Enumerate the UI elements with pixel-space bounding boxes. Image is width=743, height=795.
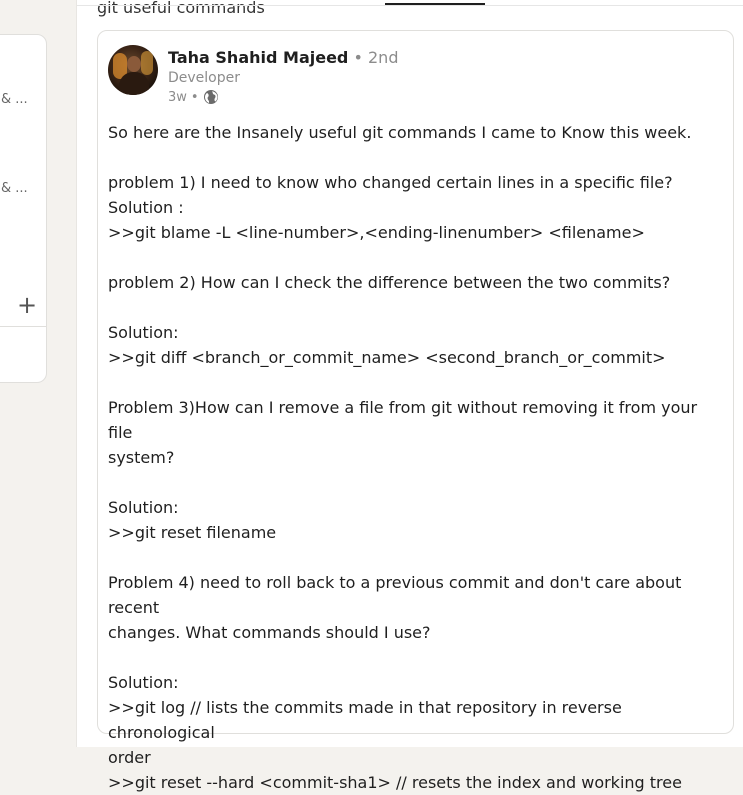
top-divider [77, 5, 743, 6]
post-line: >>git blame -L <line-number>,<ending-lin… [108, 223, 645, 242]
left-item-truncated-2[interactable]: & ... [1, 181, 28, 196]
post-line: >>git log // lists the commits made in t… [108, 698, 622, 742]
post-card: Taha Shahid Majeed • 2nd Developer 3w • … [97, 30, 734, 792]
post-line: order [108, 748, 151, 767]
post-line [108, 470, 725, 495]
post-line [108, 295, 725, 320]
avatar[interactable] [108, 45, 158, 95]
degree-separator: • [353, 48, 363, 67]
post-line: Solution: [108, 323, 179, 342]
main-feed: git useful commands Taha Shahid Majeed •… [76, 0, 743, 792]
globe-icon [203, 90, 218, 104]
post-line [108, 545, 725, 570]
post-line: problem 1) I need to know who changed ce… [108, 173, 673, 192]
feed-top-title: git useful commands [97, 0, 265, 17]
visibility-separator: • [190, 89, 199, 105]
author-name[interactable]: Taha Shahid Majeed [168, 48, 348, 67]
left-item-truncated-1[interactable]: & ... [1, 92, 28, 107]
post-line: Problem 4) need to roll back to a previo… [108, 573, 682, 617]
post-line: >>git reset filename [108, 523, 277, 542]
post-line: system? [108, 448, 175, 467]
post-line [108, 370, 725, 395]
post-time[interactable]: 3w [168, 90, 187, 105]
post-line: Solution: [108, 498, 179, 517]
post-line: So here are the Insanely useful git comm… [108, 123, 692, 142]
author-line: Taha Shahid Majeed • 2nd [168, 48, 398, 67]
post-body: So here are the Insanely useful git comm… [108, 120, 725, 795]
post-line: >>git diff <branch_or_commit_name> <seco… [108, 348, 666, 367]
post-line: >>git reset --hard <commit-sha1> // rese… [108, 773, 682, 792]
left-sidebar-card: & ... & ... + [0, 34, 47, 383]
connection-degree: 2nd [368, 48, 399, 67]
post-line [108, 245, 725, 270]
post-meta: 3w • [168, 89, 219, 105]
post-line: Solution : [108, 198, 184, 217]
post-line: Problem 3)How can I remove a file from g… [108, 398, 698, 442]
left-divider [0, 326, 46, 327]
author-headline: Developer [168, 70, 241, 86]
post-line [108, 645, 725, 670]
post-line: changes. What commands should I use? [108, 623, 431, 642]
post-line: problem 2) How can I check the differenc… [108, 273, 671, 292]
plus-icon[interactable]: + [17, 293, 37, 317]
post-line: Solution: [108, 673, 179, 692]
post-line [108, 145, 725, 170]
